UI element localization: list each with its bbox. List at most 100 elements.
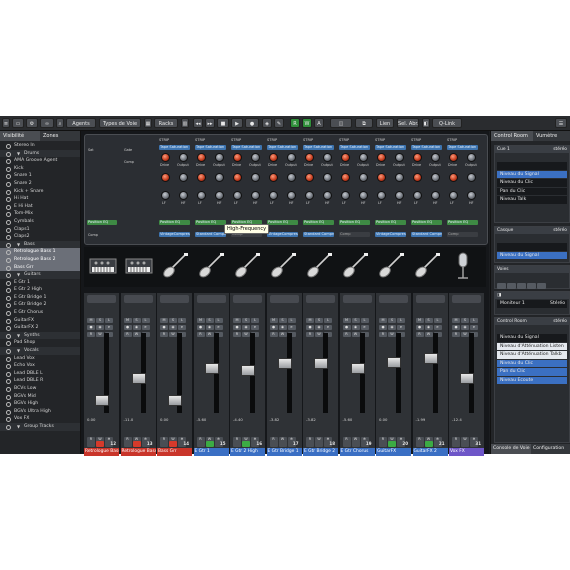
visibility-toggle-icon[interactable]: [6, 424, 11, 430]
read-button[interactable]: R: [379, 332, 387, 337]
volume-fader[interactable]: [314, 358, 328, 369]
track-visibility-row[interactable]: E Gtr 2 High: [0, 286, 80, 294]
channel-name[interactable]: GuitarFX 2: [412, 448, 448, 456]
agents-button[interactable]: Agents: [66, 118, 96, 128]
visibility-toggle-icon[interactable]: [6, 204, 11, 210]
track-visibility-row[interactable]: E Gtr 1: [0, 279, 80, 287]
expand-caret-icon[interactable]: ▼: [17, 150, 20, 158]
visibility-toggle-icon[interactable]: [6, 197, 11, 203]
drive-knob-icon[interactable]: [449, 153, 458, 162]
input-routing-button[interactable]: [196, 295, 226, 303]
channel-name[interactable]: E Gtr 1: [193, 448, 229, 456]
rewind-icon[interactable]: ◂◂: [193, 118, 203, 128]
hf-gain-knob-icon[interactable]: [179, 191, 188, 200]
track-group-row[interactable]: ▼ Guitars: [0, 271, 80, 279]
hf-gain-knob-icon[interactable]: [287, 191, 296, 200]
visibility-toggle-icon[interactable]: [6, 349, 11, 355]
record-enable-button[interactable]: ●: [233, 325, 241, 330]
high-freq-knob-icon[interactable]: [323, 173, 332, 182]
output-knob-icon[interactable]: [179, 153, 188, 162]
hf-gain-knob-icon[interactable]: [215, 191, 224, 200]
record-arm-button[interactable]: [169, 441, 177, 447]
high-freq-knob-icon[interactable]: [215, 173, 224, 182]
cr-signal-level[interactable]: Niveau du Signal: [497, 334, 567, 342]
drive-knob-icon[interactable]: [341, 153, 350, 162]
volume-fader[interactable]: [241, 365, 255, 376]
track-visibility-row[interactable]: GuitarFX: [0, 317, 80, 325]
sel-abr-button[interactable]: Sel. Abr.: [397, 118, 419, 128]
read-button[interactable]: R: [269, 332, 278, 337]
drive-knob-icon[interactable]: [413, 153, 422, 162]
visibility-toggle-icon[interactable]: [6, 356, 11, 362]
slot-compressor[interactable]: Standard Compressor: [303, 232, 334, 237]
write-button[interactable]: W: [351, 332, 360, 337]
read-button[interactable]: R: [233, 332, 241, 337]
tab-zones[interactable]: Zones: [40, 131, 80, 141]
qlink-button[interactable]: Q-Link: [432, 118, 462, 128]
monitor-button[interactable]: ◉: [169, 325, 177, 330]
high-freq-knob-icon[interactable]: [359, 173, 368, 182]
volume-fader[interactable]: [168, 395, 182, 406]
record-status-button[interactable]: [461, 441, 469, 447]
visibility-toggle-icon[interactable]: [6, 273, 11, 279]
track-visibility-row[interactable]: Retrologue Bass 1: [0, 248, 80, 256]
record-enable-button[interactable]: ●: [415, 325, 424, 330]
cue-click-level[interactable]: Niveau du Clic: [497, 179, 567, 187]
input-routing-button[interactable]: [160, 295, 189, 303]
low-freq-knob-icon[interactable]: [413, 173, 422, 182]
lien-button[interactable]: Lien: [376, 118, 394, 128]
visibility-toggle-icon[interactable]: [6, 166, 11, 172]
track-visibility-row[interactable]: Kick: [0, 165, 80, 173]
cr-click-level[interactable]: Niveau du Clic: [497, 359, 567, 367]
settings-icon[interactable]: ⚙: [26, 118, 38, 128]
monitor-active-button[interactable]: [388, 441, 396, 447]
write-button[interactable]: W: [132, 332, 141, 337]
track-visibility-row[interactable]: Hi Hat: [0, 195, 80, 203]
input-routing-button[interactable]: [415, 295, 445, 303]
record-status-button[interactable]: [315, 441, 323, 447]
slot-compressor[interactable]: VintageCompressor: [267, 232, 298, 237]
high-freq-knob-icon[interactable]: [251, 173, 260, 182]
monitor-button[interactable]: ◉: [132, 325, 141, 330]
visibility-toggle-icon[interactable]: [6, 174, 11, 180]
visibility-toggle-icon[interactable]: [6, 371, 11, 377]
slot-tape-saturation[interactable]: Tape Saturation: [339, 145, 370, 150]
write-button[interactable]: W: [461, 332, 469, 337]
visibility-toggle-icon[interactable]: [6, 151, 11, 157]
record-arm-button[interactable]: [96, 441, 104, 447]
slot-tape-saturation[interactable]: Tape Saturation: [267, 145, 298, 150]
visibility-toggle-icon[interactable]: [6, 364, 11, 370]
monitor-active-button[interactable]: [242, 441, 250, 447]
channel-btn-3[interactable]: [517, 283, 526, 289]
write-button[interactable]: W: [388, 332, 396, 337]
hf-gain-knob-icon[interactable]: [395, 191, 404, 200]
high-freq-knob-icon[interactable]: [287, 173, 296, 182]
lf-gain-knob-icon[interactable]: [161, 191, 170, 200]
write-button[interactable]: W: [205, 332, 214, 337]
monitor-button[interactable]: ◉: [205, 325, 214, 330]
drive-knob-icon[interactable]: [233, 153, 242, 162]
read-button[interactable]: R: [87, 332, 95, 337]
read-button[interactable]: R: [306, 332, 314, 337]
racks-icon[interactable]: ▦: [144, 118, 152, 128]
slot-position-eq[interactable]: Position EQ: [303, 220, 334, 225]
play-icon[interactable]: ▶: [231, 118, 243, 128]
track-group-row[interactable]: ▼ Vocals: [0, 347, 80, 355]
track-visibility-row[interactable]: Lead DBLE L: [0, 370, 80, 378]
lf-gain-knob-icon[interactable]: [449, 191, 458, 200]
visibility-toggle-icon[interactable]: [6, 379, 11, 385]
channel-mode-button[interactable]: [233, 441, 241, 447]
visibility-toggle-icon[interactable]: [6, 417, 11, 423]
record-enable-button[interactable]: ●: [160, 325, 168, 330]
channel-mode-button[interactable]: [306, 441, 314, 447]
channel-name[interactable]: E Gtr Chorus: [339, 448, 375, 456]
window-options-icon[interactable]: ☰: [555, 118, 567, 128]
record-enable-button[interactable]: ●: [87, 325, 95, 330]
visibility-toggle-icon[interactable]: [6, 227, 11, 233]
input-routing-button[interactable]: [269, 295, 299, 303]
slot-tape-saturation[interactable]: Tape Saturation: [159, 145, 190, 150]
read-button[interactable]: R: [452, 332, 460, 337]
write-button[interactable]: W: [169, 332, 177, 337]
track-visibility-row[interactable]: Snare 1: [0, 172, 80, 180]
channel-copy-button[interactable]: ⧉: [355, 118, 373, 128]
